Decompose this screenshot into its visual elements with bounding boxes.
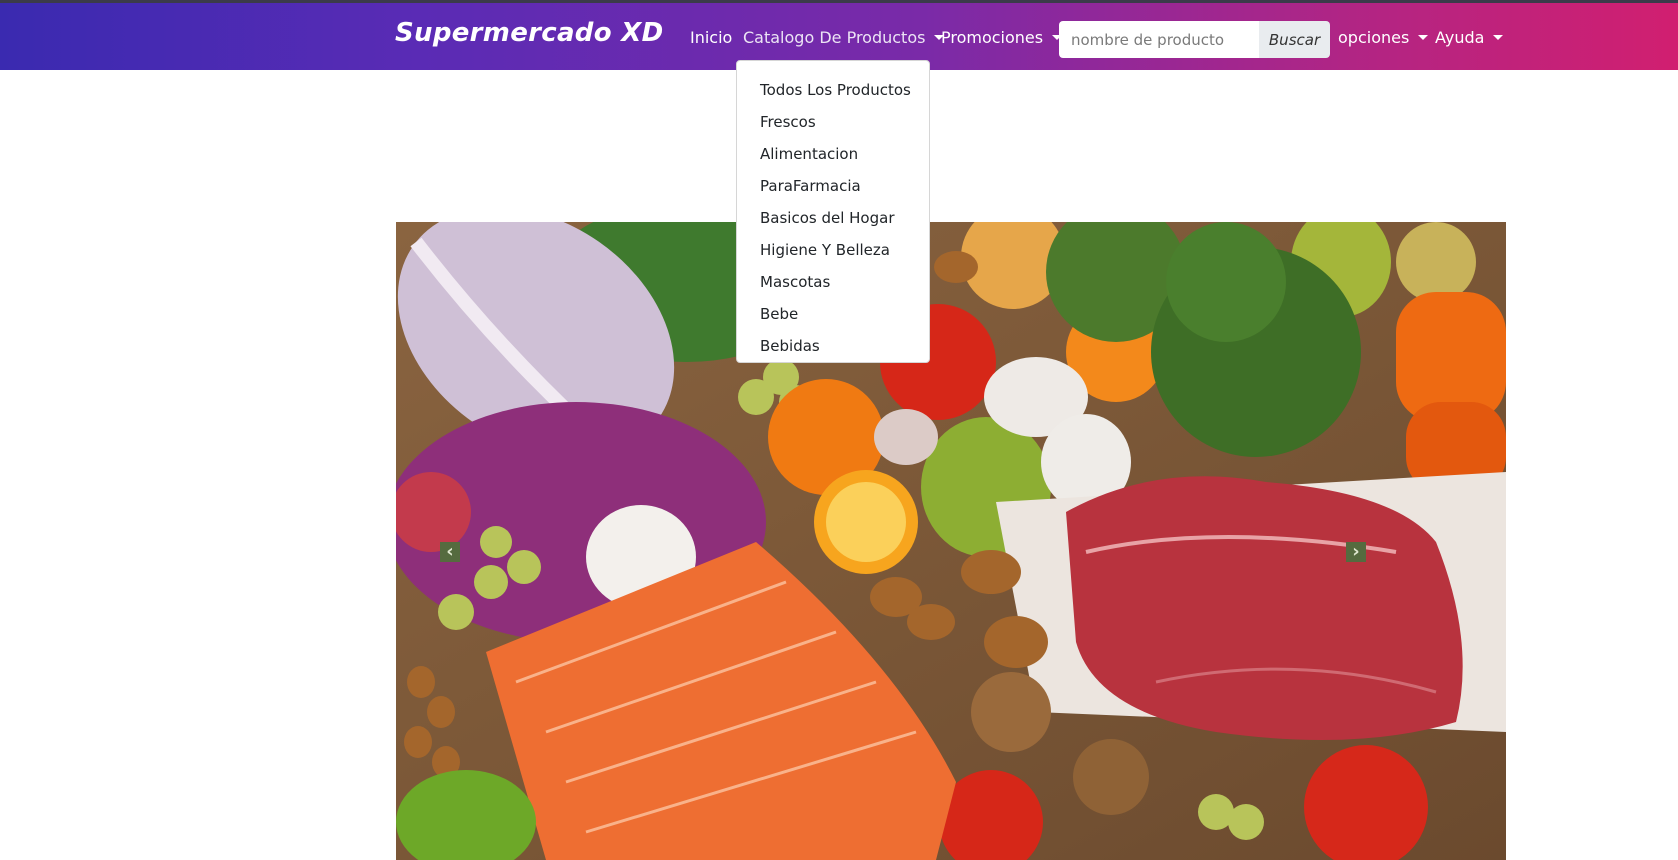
dropdown-item-frescos[interactable]: Frescos bbox=[737, 106, 929, 138]
dropdown-item-mascotas[interactable]: Mascotas bbox=[737, 266, 929, 298]
dropdown-item-alimentacion[interactable]: Alimentacion bbox=[737, 138, 929, 170]
catalogo-dropdown-menu: Todos Los Productos Frescos Alimentacion… bbox=[736, 60, 930, 363]
nav-promociones-label: Promociones bbox=[941, 28, 1044, 47]
nav-inicio[interactable]: Inicio bbox=[690, 28, 732, 47]
nav-opciones-label: opciones bbox=[1338, 28, 1410, 47]
hero-carousel: ‹ › bbox=[396, 222, 1506, 860]
dropdown-item-parafarmacia[interactable]: ParaFarmacia bbox=[737, 170, 929, 202]
brand-logo[interactable]: Supermercado XD bbox=[395, 18, 663, 48]
dropdown-item-higiene-belleza[interactable]: Higiene Y Belleza bbox=[737, 234, 929, 266]
dropdown-item-bebidas[interactable]: Bebidas bbox=[737, 330, 929, 362]
nav-ayuda-dropdown[interactable]: Ayuda bbox=[1435, 28, 1504, 47]
groceries-photo bbox=[396, 222, 1506, 860]
carousel-prev-icon[interactable]: ‹ bbox=[440, 542, 460, 562]
carousel-next-icon[interactable]: › bbox=[1346, 542, 1366, 562]
dropdown-item-bebe[interactable]: Bebe bbox=[737, 298, 929, 330]
dropdown-item-todos[interactable]: Todos Los Productos bbox=[737, 74, 929, 106]
search-button[interactable]: Buscar bbox=[1259, 21, 1330, 58]
caret-down-icon bbox=[1418, 35, 1429, 40]
nav-catalogo-label: Catalogo De Productos bbox=[743, 28, 926, 47]
nav-catalogo-dropdown[interactable]: Catalogo De Productos bbox=[743, 28, 945, 47]
search-input[interactable] bbox=[1059, 21, 1259, 58]
nav-opciones-dropdown[interactable]: opciones bbox=[1338, 28, 1429, 47]
nav-promociones-dropdown[interactable]: Promociones bbox=[941, 28, 1063, 47]
caret-down-icon bbox=[1493, 35, 1504, 40]
nav-ayuda-label: Ayuda bbox=[1435, 28, 1485, 47]
dropdown-item-basicos-hogar[interactable]: Basicos del Hogar bbox=[737, 202, 929, 234]
